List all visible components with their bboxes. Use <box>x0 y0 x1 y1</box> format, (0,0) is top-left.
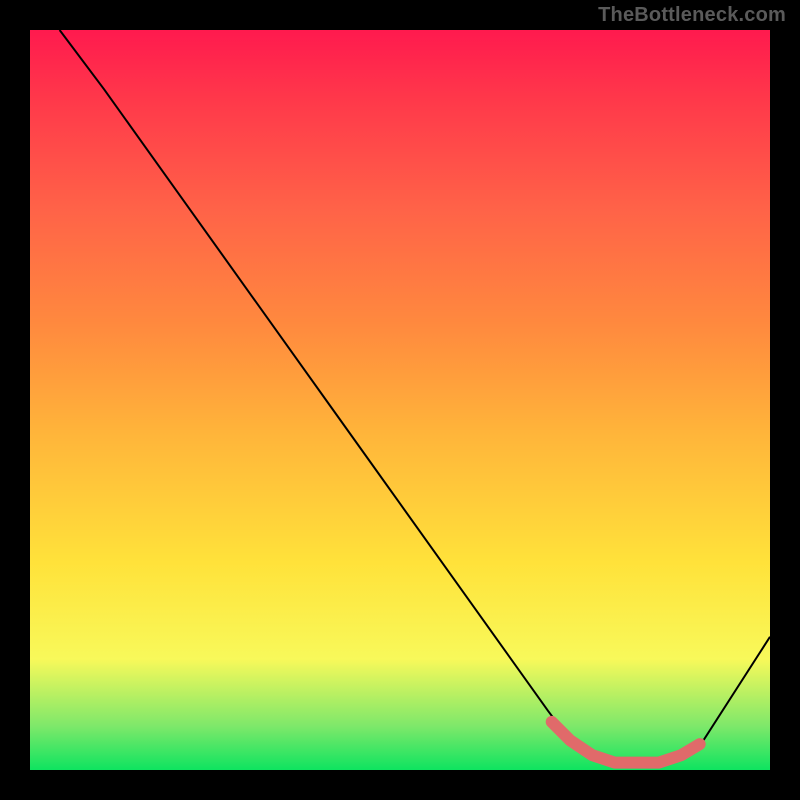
watermark-text: TheBottleneck.com <box>598 4 786 27</box>
series-valley-highlight <box>552 722 700 763</box>
series-curve <box>60 30 770 763</box>
chart-svg <box>30 30 770 770</box>
chart-frame: TheBottleneck.com <box>0 0 800 800</box>
chart-plot-area <box>30 30 770 770</box>
